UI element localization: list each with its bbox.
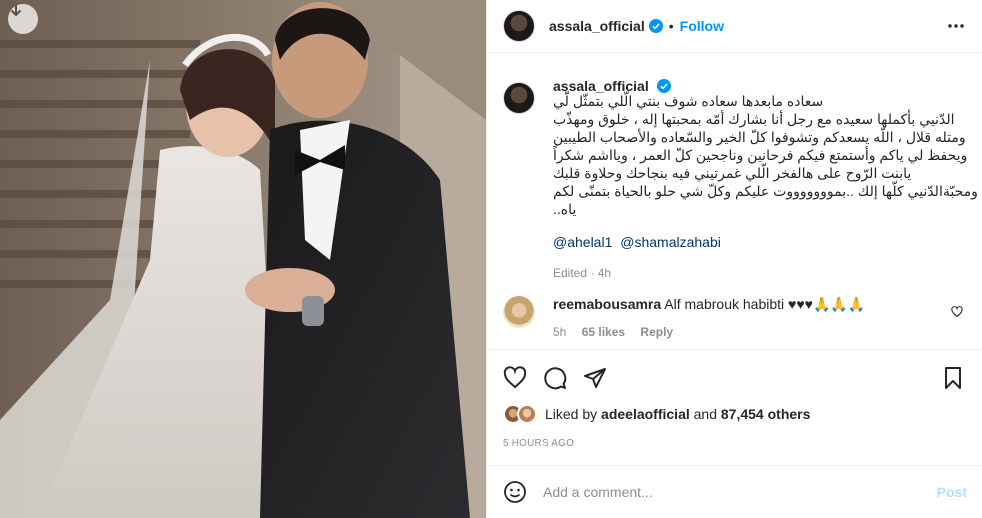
caption-line: سعاده مابعدها سعاده شوف بنتي الّلي بتمثّ… (553, 93, 824, 109)
post-header: assala_official • Follow (487, 0, 982, 53)
liker-username[interactable]: adeelaofficial (601, 406, 690, 422)
comment-row: reemabousamra Alf mabrouk habibti ♥♥♥🙏🙏🙏… (503, 296, 967, 339)
mention-link[interactable]: @shamalzahabi (620, 234, 721, 250)
caption-avatar[interactable] (503, 82, 535, 114)
follow-button[interactable]: Follow (680, 18, 724, 34)
send-icon (584, 367, 606, 388)
header-username[interactable]: assala_official (549, 18, 645, 34)
action-bar (487, 349, 982, 405)
share-button[interactable] (575, 358, 615, 398)
likes-others-link[interactable]: 87,454 others (721, 406, 811, 422)
post-image[interactable] (0, 0, 486, 518)
comment-meta: 5h 65 likes Reply (553, 325, 865, 339)
header-separator: • (668, 18, 674, 34)
more-dots-icon[interactable] (946, 18, 966, 34)
emoji-icon[interactable] (503, 480, 527, 504)
post-comment-button[interactable]: Post (937, 484, 967, 500)
download-arrow-icon (11, 5, 21, 16)
caption-text: سعاده مابعدها سعاده شوف بنتي الّلي بتمثّ… (553, 92, 978, 218)
liker-avatar[interactable] (517, 404, 537, 424)
caption-line: ياه.. (553, 201, 577, 217)
likes-summary: Liked by adeelaofficial and 87,454 other… (503, 404, 810, 424)
caption-line: يابنت الرّوح على هالفخر الّلي غمرتيني في… (553, 165, 912, 181)
add-comment-bar: Add a comment... Post (487, 465, 982, 518)
commenter-username[interactable]: reemabousamra (553, 296, 661, 312)
avatar[interactable] (503, 10, 535, 42)
comment-time: 5h (553, 325, 567, 339)
post-dialog: assala_official • Follow assala_official (0, 0, 982, 518)
post-side-panel: assala_official • Follow assala_official (486, 0, 982, 518)
bookmark-icon (945, 367, 961, 389)
comment-likes[interactable]: 65 likes (582, 325, 625, 339)
comment-button[interactable] (535, 358, 575, 398)
like-button[interactable] (495, 358, 535, 398)
heart-icon (503, 365, 527, 388)
verified-badge-icon (656, 79, 671, 93)
comment-like-heart-icon[interactable] (951, 306, 963, 318)
download-button[interactable] (8, 4, 38, 34)
wedding-photo (0, 0, 486, 518)
caption-line: الدّنيي بأكملها سعيده مع رجل أنا بشارك أ… (553, 111, 955, 127)
verified-badge-icon (648, 19, 663, 33)
comment-icon (544, 366, 567, 389)
caption-line: ومتله قلال ، اللّه يسعدكم وتشوفوا كلّ ال… (553, 129, 966, 145)
edited-label: Edited · 4h (553, 266, 612, 280)
caption-line: ومحبّةالدّنيي كلّها إلك ..بموووووووت علي… (553, 183, 978, 199)
likes-and: and (693, 406, 717, 422)
caption-mentions: @ahelal1 @shamalzahabi (553, 234, 978, 250)
mention-link[interactable]: @ahelal1 (553, 234, 612, 250)
caption-line: ويحفظ لي ياكم وأستمتع فيكم فرحانين وناجح… (553, 147, 968, 163)
save-button[interactable] (933, 358, 973, 398)
reply-button[interactable]: Reply (640, 325, 673, 339)
post-timestamp[interactable]: 5 HOURS AGO (503, 438, 574, 449)
likes-prefix: Liked by (545, 406, 598, 422)
comment-text: Alf mabrouk habibti ♥♥♥🙏🙏🙏 (664, 296, 866, 312)
add-comment-input[interactable]: Add a comment... (543, 484, 937, 500)
commenter-avatar[interactable] (503, 296, 535, 328)
